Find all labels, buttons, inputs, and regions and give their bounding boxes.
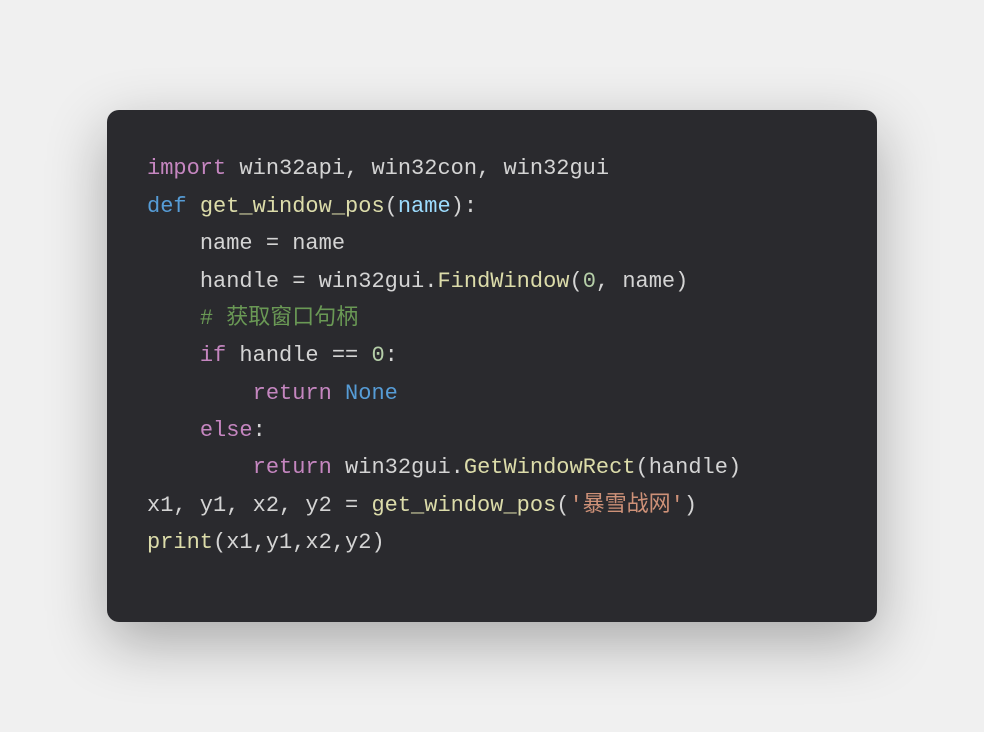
indent: [147, 343, 200, 368]
module-ref: win32gui.: [345, 455, 464, 480]
keyword-import: import: [147, 156, 226, 181]
indent: [147, 418, 200, 443]
space: [332, 455, 345, 480]
paren-close: ): [728, 455, 741, 480]
paren-close: ): [675, 269, 688, 294]
equals: =: [253, 231, 293, 256]
literal-none: None: [345, 381, 398, 406]
call-print: print: [147, 530, 213, 555]
space: [187, 194, 200, 219]
literal-zero: 0: [371, 343, 384, 368]
arg-handle: handle: [649, 455, 728, 480]
param-name: name: [398, 194, 451, 219]
space: [332, 381, 345, 406]
paren-close-colon: ):: [451, 194, 477, 219]
paren-close: ): [684, 493, 697, 518]
paren-open: (: [213, 530, 226, 555]
code-content: import win32api, win32con, win32gui def …: [147, 150, 837, 561]
operator-eq: ==: [319, 343, 372, 368]
paren-open: (: [556, 493, 569, 518]
equals: =: [279, 269, 319, 294]
string-literal: '暴雪战网': [569, 493, 683, 518]
indent: [147, 269, 200, 294]
paren-close: ): [371, 530, 384, 555]
literal-zero: 0: [583, 269, 596, 294]
variable-handle: handle: [200, 269, 279, 294]
call-getwindowpos: get_window_pos: [371, 493, 556, 518]
code-block: import win32api, win32con, win32gui def …: [107, 110, 877, 621]
module-ref: win32gui.: [319, 269, 438, 294]
variable-handle: handle: [239, 343, 318, 368]
paren-open: (: [385, 194, 398, 219]
print-args: x1,y1,x2,y2: [226, 530, 371, 555]
comma: ,: [596, 269, 622, 294]
keyword-return: return: [253, 381, 332, 406]
variable-lhs: name: [200, 231, 253, 256]
indent: [147, 306, 200, 331]
indent: [147, 381, 253, 406]
keyword-return: return: [253, 455, 332, 480]
module-list: win32api, win32con, win32gui: [226, 156, 609, 181]
indent: [147, 231, 200, 256]
keyword-if: if: [200, 343, 226, 368]
paren-open: (: [636, 455, 649, 480]
comment: # 获取窗口句柄: [200, 306, 358, 331]
tuple-assign: x1, y1, x2, y2 =: [147, 493, 371, 518]
colon: :: [253, 418, 266, 443]
paren-open: (: [570, 269, 583, 294]
space: [226, 343, 239, 368]
colon: :: [385, 343, 398, 368]
call-findwindow: FindWindow: [437, 269, 569, 294]
arg-name: name: [622, 269, 675, 294]
keyword-def: def: [147, 194, 187, 219]
indent: [147, 455, 253, 480]
variable-rhs: name: [292, 231, 345, 256]
call-getwindowrect: GetWindowRect: [464, 455, 636, 480]
function-name: get_window_pos: [200, 194, 385, 219]
keyword-else: else: [200, 418, 253, 443]
